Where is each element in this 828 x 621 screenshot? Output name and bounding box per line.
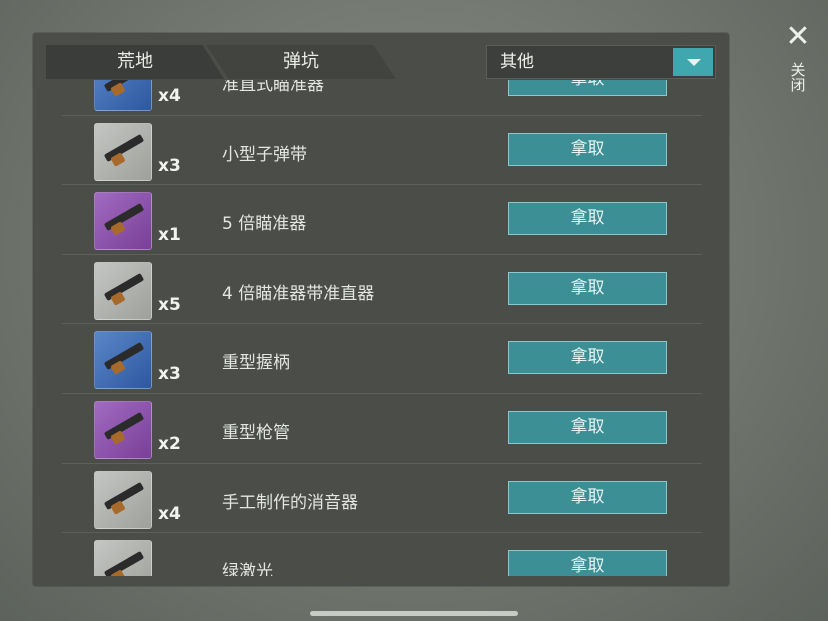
list-item: x2 重型枪管 拿取 [62, 394, 702, 464]
weapon-part-icon [103, 203, 145, 232]
weapon-part-icon [103, 412, 145, 440]
list-item: x3 重型握柄 拿取 [62, 324, 702, 394]
item-name: 重型枪管 [222, 422, 290, 443]
item-thumbnail [94, 122, 152, 181]
list-item: x3 小型子弹带 拿取 [62, 116, 702, 186]
item-name: 5 倍瞄准器 [222, 214, 307, 235]
weapon-part-icon [103, 133, 145, 162]
list-item: x1 5 倍瞄准器 拿取 [62, 185, 702, 255]
take-button[interactable]: 拿取 [508, 132, 667, 166]
take-button[interactable]: 拿取 [508, 550, 667, 576]
filter-selected-label: 其他 [500, 52, 534, 72]
item-thumbnail [94, 331, 152, 390]
item-thumbnail [94, 80, 152, 111]
list-item: x5 4 倍瞄准器带准直器 拿取 [62, 255, 702, 325]
item-quantity: x2 [158, 433, 181, 454]
item-quantity: x1 [158, 225, 181, 246]
item-quantity: x5 [158, 294, 181, 315]
item-name: 重型握柄 [222, 353, 290, 374]
item-thumbnail [94, 192, 152, 251]
close-label: 关闭 [788, 62, 807, 92]
item-quantity: x3 [158, 155, 181, 176]
list-item: x4 准直式瞄准器 拿取 [62, 80, 702, 116]
weapon-part-icon [103, 551, 145, 576]
item-thumbnail [94, 400, 152, 459]
take-button[interactable]: 拿取 [508, 410, 667, 444]
item-name: 小型子弹带 [222, 144, 307, 165]
weapon-part-icon [103, 342, 145, 371]
take-button[interactable]: 拿取 [508, 480, 667, 514]
close-icon[interactable]: ✕ [780, 22, 816, 52]
take-button[interactable]: 拿取 [508, 202, 667, 236]
item-list[interactable]: x4准直式瞄准器拿取x3小型子弹带拿取x15 倍瞄准器拿取x54 倍瞄准器带准直… [62, 80, 702, 576]
item-name: 绿激光 [222, 562, 273, 576]
take-button[interactable]: 拿取 [508, 80, 667, 96]
item-thumbnail [94, 470, 152, 529]
home-indicator[interactable] [310, 611, 518, 616]
item-thumbnail [94, 540, 152, 576]
list-item: x4 手工制作的消音器 拿取 [62, 464, 702, 534]
list-item: 绿激光 拿取 [62, 533, 702, 576]
chevron-down-icon[interactable] [673, 48, 713, 76]
item-thumbnail [94, 261, 152, 320]
item-name: 手工制作的消音器 [222, 492, 358, 513]
tab-wasteland[interactable]: 荒地 [46, 45, 224, 79]
filter-dropdown[interactable]: 其他 [486, 45, 716, 79]
take-button[interactable]: 拿取 [508, 271, 667, 305]
item-name: 准直式瞄准器 [222, 80, 324, 95]
weapon-part-icon [103, 481, 145, 510]
weapon-part-icon [103, 80, 145, 92]
close-button[interactable]: ✕ 关闭 [780, 22, 816, 102]
item-name: 4 倍瞄准器带准直器 [222, 283, 375, 304]
tab-bar: 荒地 弹坑 其他 [46, 45, 716, 79]
weapon-part-icon [103, 272, 145, 301]
tab-crater[interactable]: 弹坑 [206, 45, 396, 79]
take-button[interactable]: 拿取 [508, 341, 667, 375]
item-quantity: x4 [158, 503, 181, 524]
item-quantity: x3 [158, 364, 181, 385]
item-quantity: x4 [158, 86, 181, 106]
